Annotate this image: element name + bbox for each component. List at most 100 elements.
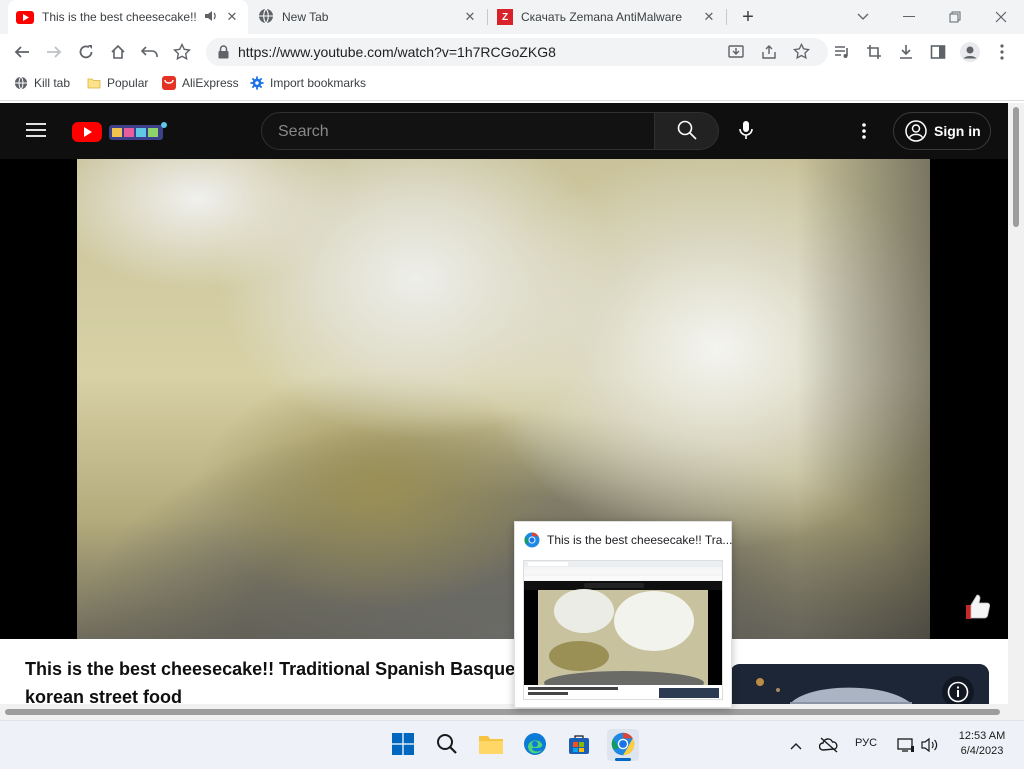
taskbar-window-preview[interactable]: This is the best cheesecake!! Tra... (514, 521, 732, 708)
side-panel-icon[interactable] (924, 38, 952, 66)
youtube-page: Search Sign in This is the best cheeseca… (0, 103, 1008, 720)
back-button[interactable] (8, 38, 36, 66)
chevron-up-icon (790, 738, 802, 753)
tab-title: New Tab (282, 10, 329, 24)
volume-icon[interactable] (917, 729, 943, 761)
settings-dots-icon[interactable] (852, 115, 876, 147)
bookmark-folder-popular[interactable]: Popular (87, 76, 148, 90)
bookmark-star-icon[interactable] (792, 42, 811, 63)
search-icon (436, 733, 458, 758)
aliexpress-icon (162, 76, 176, 90)
globe-icon (258, 8, 274, 27)
chrome-icon (524, 532, 540, 551)
taskbar-store[interactable] (563, 729, 595, 761)
search-input[interactable]: Search (261, 112, 655, 150)
taskbar-search-button[interactable] (431, 729, 463, 761)
taskbar-edge[interactable] (519, 729, 551, 761)
bookmark-label: AliExpress (182, 76, 239, 90)
windows-taskbar: РУС 12:53 AM 6/4/2023 (0, 720, 1024, 769)
bookmark-label: Popular (107, 76, 149, 90)
store-icon (568, 733, 590, 758)
reload-button[interactable] (72, 38, 100, 66)
video-title: This is the best cheesecake!! Traditiona… (25, 659, 525, 707)
media-controls-icon[interactable] (828, 38, 856, 66)
youtube-logo[interactable] (72, 121, 168, 146)
video-frame[interactable] (77, 159, 930, 639)
clock-date: 6/4/2023 (960, 745, 1004, 757)
gear-icon (250, 76, 264, 90)
search-icon (677, 120, 697, 143)
chrome-menu-icon[interactable] (988, 38, 1016, 66)
preview-screenshot (523, 560, 723, 700)
close-tab-icon[interactable]: ✕ (224, 9, 240, 25)
search-placeholder: Search (278, 123, 329, 140)
lock-icon[interactable] (218, 45, 229, 62)
home-button[interactable] (104, 38, 132, 66)
zemana-icon: Z (497, 9, 513, 25)
folder-icon (87, 76, 101, 90)
bookmark-aliexpress[interactable]: AliExpress (162, 76, 239, 90)
search-button[interactable] (655, 112, 719, 150)
bookmark-label: Import bookmarks (270, 76, 367, 90)
microphone-icon (738, 120, 754, 143)
install-app-icon[interactable] (728, 44, 744, 63)
clock-time: 12:53 AM (958, 730, 1006, 742)
url-text: https://www.youtube.com/watch?v=1h7RCGoZ… (238, 44, 556, 60)
tab-search-icon[interactable] (840, 0, 886, 34)
bookmark-kill-tab[interactable]: Kill tab (14, 76, 70, 90)
bookmark-import[interactable]: Import bookmarks (250, 76, 366, 90)
tab-title: Скачать Zemana AntiMalware (521, 10, 683, 24)
minimize-button[interactable] (886, 0, 932, 34)
onedrive-icon[interactable] (815, 729, 843, 761)
speaker-icon[interactable] (204, 10, 218, 25)
horizontal-scrollbar[interactable] (0, 704, 1008, 720)
tab-youtube[interactable]: This is the best cheesecake!! Traditiona… (8, 0, 248, 34)
forward-button[interactable] (40, 38, 68, 66)
tab-zemana[interactable]: Z Скачать Zemana AntiMalware ✕ (489, 0, 725, 34)
download-icon[interactable] (892, 38, 920, 66)
taskbar-chrome[interactable] (607, 729, 639, 761)
account-icon (905, 120, 927, 142)
tab-title: This is the best cheesecake!! Traditiona… (42, 10, 198, 24)
chrome-icon (611, 732, 635, 759)
network-icon[interactable] (893, 729, 919, 761)
close-tab-icon[interactable]: ✕ (462, 9, 478, 25)
like-thumb-icon[interactable] (960, 589, 994, 623)
start-button[interactable] (387, 729, 419, 761)
preview-title: This is the best cheesecake!! Tra... (547, 533, 733, 547)
edge-icon (523, 732, 547, 759)
tab-new-tab[interactable]: New Tab ✕ (250, 0, 486, 34)
bookmarks-bar: Kill tab Popular AliExpress Import bookm… (0, 70, 1024, 101)
voice-search-button[interactable] (728, 113, 764, 149)
scrollbar-thumb[interactable] (5, 709, 1000, 715)
youtube-icon (16, 10, 34, 24)
windows-icon (392, 732, 414, 758)
video-player[interactable] (0, 159, 1008, 639)
taskbar-file-explorer[interactable] (475, 729, 507, 761)
taskbar-clock[interactable]: 12:53 AM 6/4/2023 (950, 729, 1014, 759)
bookmark-star-icon[interactable] (168, 38, 196, 66)
tab-strip: This is the best cheesecake!! Traditiona… (0, 0, 1024, 34)
undo-icon[interactable] (136, 38, 164, 66)
close-window-button[interactable] (978, 0, 1024, 34)
scrollbar-thumb[interactable] (1013, 107, 1019, 227)
sign-in-button[interactable]: Sign in (893, 112, 991, 150)
bookmark-label: Kill tab (34, 76, 71, 90)
youtube-header: Search Sign in (0, 103, 1008, 159)
folder-icon (478, 733, 504, 758)
active-app-indicator (615, 758, 631, 761)
crop-icon[interactable] (860, 38, 888, 66)
restore-button[interactable] (932, 0, 978, 34)
show-hidden-icons-button[interactable] (782, 729, 810, 761)
new-tab-button[interactable]: + (735, 4, 761, 30)
hamburger-menu-icon[interactable] (26, 122, 46, 141)
profile-avatar-icon[interactable] (956, 38, 984, 66)
close-tab-icon[interactable]: ✕ (701, 9, 717, 25)
address-bar[interactable]: https://www.youtube.com/watch?v=1h7RCGoZ… (206, 38, 828, 66)
sign-in-label: Sign in (934, 123, 981, 139)
globe-icon (14, 76, 28, 90)
share-icon[interactable] (761, 44, 777, 63)
input-language[interactable]: РУС (855, 737, 877, 749)
browser-toolbar: https://www.youtube.com/watch?v=1h7RCGoZ… (0, 34, 1024, 70)
vertical-scrollbar[interactable] (1008, 103, 1024, 720)
